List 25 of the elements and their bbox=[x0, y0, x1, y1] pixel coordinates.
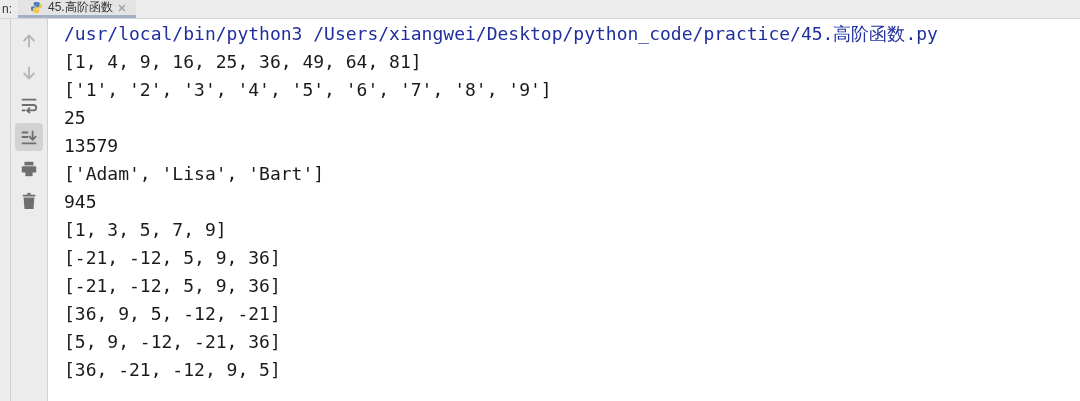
wrap-lines-icon bbox=[20, 96, 38, 114]
output-line: [1, 3, 5, 7, 9] bbox=[64, 218, 227, 242]
printer-icon bbox=[20, 160, 38, 178]
output-line: [5, 9, -12, -21, 36] bbox=[64, 330, 281, 354]
close-icon[interactable] bbox=[117, 3, 126, 12]
output-line: ['1', '2', '3', '4', '5', '6', '7', '8', '9'] bbox=[64, 78, 552, 102]
output-line: [-21, -12, 5, 9, 36] bbox=[64, 274, 281, 298]
output-line: [36, 9, 5, -12, -21] bbox=[64, 302, 281, 326]
trash-icon bbox=[20, 192, 38, 210]
python-icon bbox=[30, 1, 43, 14]
up-arrow-icon bbox=[20, 32, 38, 50]
output-line: [36, -21, -12, 9, 5] bbox=[64, 358, 281, 382]
output-line: ['Adam', 'Lisa', 'Bart'] bbox=[64, 162, 325, 186]
run-label: n: bbox=[1, 1, 13, 18]
output-line: 25 bbox=[64, 106, 86, 130]
command-line: /usr/local/bin/python3 /Users/xiangwei/Desktop/python_code/practice/45.高阶函数.py bbox=[64, 22, 938, 46]
tab-label: 45.高阶函数 bbox=[48, 0, 113, 16]
scroll-to-end-button[interactable] bbox=[15, 123, 43, 151]
scroll-to-end-icon bbox=[20, 128, 38, 146]
output-line: [-21, -12, 5, 9, 36] bbox=[64, 246, 281, 270]
file-tab[interactable]: 45.高阶函数 bbox=[18, 0, 136, 18]
output-line: 945 bbox=[64, 190, 97, 214]
output-line: 13579 bbox=[64, 134, 119, 158]
down-arrow-icon bbox=[20, 64, 38, 82]
output-line: [1, 4, 9, 16, 25, 36, 49, 64, 81] bbox=[64, 50, 422, 74]
